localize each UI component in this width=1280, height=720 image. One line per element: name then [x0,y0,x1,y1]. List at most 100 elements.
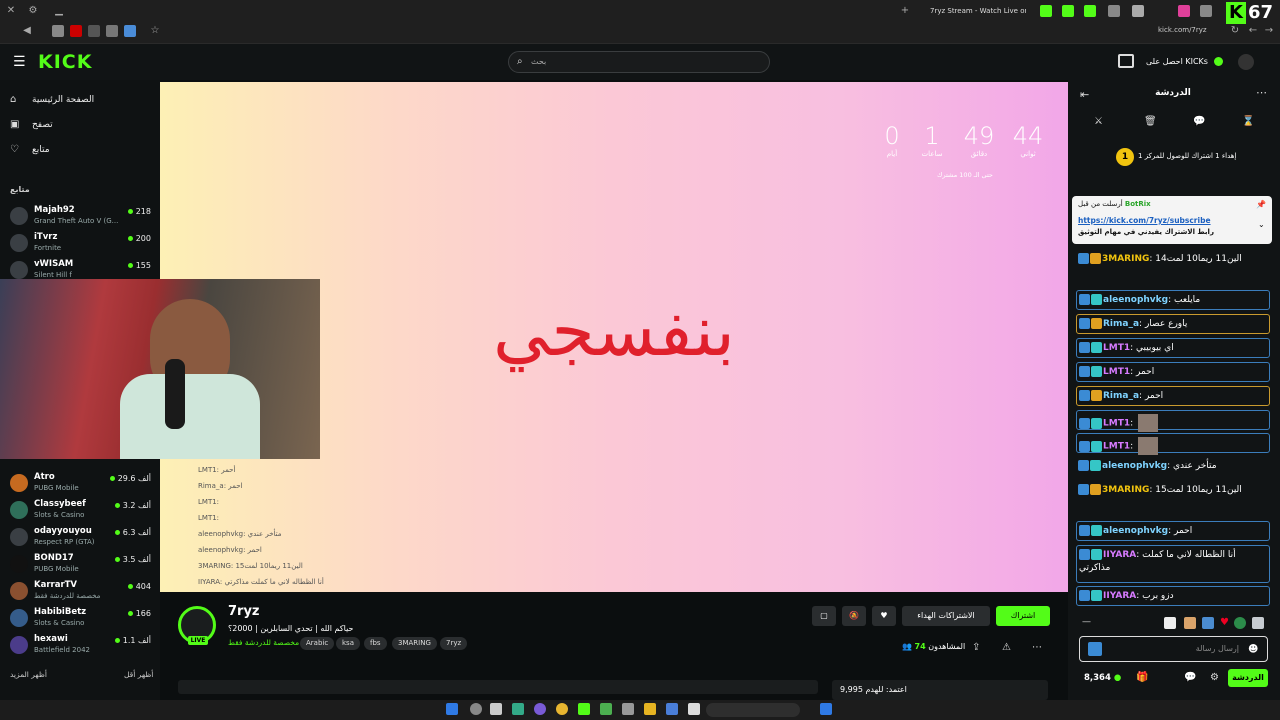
chat-message[interactable]: 3MARING: الين11 ريما10 لمت14 [1076,250,1270,284]
gift-box-icon[interactable] [1118,54,1134,68]
show-more-link[interactable]: أظهر المزيد [10,670,47,679]
clip-icon[interactable]: ▢ [812,606,836,626]
app-icon[interactable] [688,703,700,715]
chat-input[interactable]: إرسال رسالة [1079,636,1268,662]
browser-tab[interactable]: 7ryz Stream - Watch Live on Ki [916,4,1026,18]
sidebar-item-home[interactable]: ⌂ الصفحة الرئيسية [10,92,94,108]
chat-message[interactable]: aleenophvkg: احمر [1076,521,1270,541]
app-icon[interactable] [490,703,502,715]
app-icon[interactable] [470,703,482,715]
tag[interactable]: ksa [336,637,360,650]
app-icon[interactable] [578,703,590,715]
channel-item[interactable]: KarrarTV مخصصة للدردشة فقط 404 [10,578,155,604]
trash-icon[interactable]: 🗑 [1144,116,1157,127]
chat-username[interactable]: aleenophvkg [1103,295,1168,305]
bookmark-icon[interactable] [88,25,100,37]
windows-icon[interactable] [820,703,832,715]
channel-item[interactable]: Atro PUBG Mobile 29.6 ألف [10,470,155,496]
bookmark-icon[interactable] [124,25,136,37]
pinned-link[interactable]: https://kick.com/7ryz/subscribe [1078,216,1211,225]
chat-username[interactable]: 3MARING [1102,254,1149,264]
share-icon[interactable]: ⇪ [972,642,980,653]
chat-message[interactable]: IIYARA: دزو برب [1076,586,1270,606]
new-tab-icon[interactable]: + [898,4,912,18]
show-less-link[interactable]: أظهر أقل [124,670,153,679]
address-bar[interactable]: kick.com/7ryz [1158,26,1218,38]
app-icon[interactable] [512,703,524,715]
back-arrow-icon[interactable]: ← [1246,24,1260,38]
emote-icon[interactable] [1202,617,1214,629]
star-icon[interactable]: ☆ [148,24,162,38]
chat-username[interactable]: LMT1 [1103,367,1130,377]
tab-favicon-icon[interactable] [1200,5,1212,17]
tab-favicon-icon[interactable] [1062,5,1074,17]
chat-bubble-icon[interactable]: 💬 [1184,672,1196,683]
forward-arrow-icon[interactable]: → [1262,24,1276,38]
get-kicks-button[interactable]: احصل على KICKs [1146,54,1226,70]
tab-favicon-icon[interactable] [1178,5,1190,17]
notification-bell-icon[interactable]: 🔕 [842,606,866,626]
report-icon[interactable]: ⚠ [1002,642,1011,653]
chat-message[interactable]: IIYARA: أنا الظطاله لاني ما كملت مذاكرتي [1076,545,1270,583]
stream-category[interactable]: مخصصة للدردشة فقط [228,638,299,647]
channel-item[interactable]: hexawi Battlefield 2042 1.1 ألف [10,632,155,658]
close-window-icon[interactable]: ✕ [4,4,18,18]
chat-menu-icon[interactable]: ⋯ [1256,86,1267,99]
bookmark-icon[interactable] [106,25,118,37]
tab-favicon-icon[interactable] [1040,5,1052,17]
emoji-icon[interactable]: ☻ [1248,644,1258,655]
emote-icon[interactable] [1184,617,1196,629]
chat-username[interactable]: Rima_a [1103,319,1139,329]
sidebar-item-browse[interactable]: ▣ تصفح [10,117,53,133]
folder-icon[interactable] [644,703,656,715]
bookmark-icon[interactable] [70,25,82,37]
more-options-icon[interactable]: ⋯ [1032,642,1042,653]
search-input[interactable]: ⌕ بحث [508,51,770,73]
heart-emote-icon[interactable]: ♥ [1220,617,1229,628]
channel-item[interactable]: HabibiBetz Slots & Casino 166 [10,605,155,631]
tab-favicon-icon[interactable] [1108,5,1120,17]
chevron-down-icon[interactable]: ⌄ [1258,220,1265,229]
chat-message[interactable]: LMT1: احمر [1076,362,1270,382]
chat-message[interactable]: aleenophvkg: متأخر عندي [1076,457,1270,477]
channel-item[interactable]: Classybeef Slots & Casino 3.2 ألف [10,497,155,523]
tab-favicon-icon[interactable] [1132,5,1144,17]
user-avatar[interactable] [1238,54,1254,70]
tag[interactable]: fbs [364,637,387,650]
collapse-chat-icon[interactable]: ⇤ [1080,88,1089,101]
back-icon[interactable]: ◀ [20,24,34,38]
chat-message[interactable]: aleenophvkg: مايلعب [1076,290,1270,310]
emote-icon[interactable] [1252,617,1264,629]
chat-username[interactable]: LMT1 [1103,343,1130,353]
chat-username[interactable]: LMT1 [1103,442,1130,452]
hourglass-icon[interactable]: ⌛ [1242,116,1254,127]
chat-username[interactable]: aleenophvkg [1102,461,1167,471]
chat-message[interactable]: LMT1: [1076,433,1270,455]
app-icon[interactable] [666,703,678,715]
app-icon[interactable] [622,703,634,715]
chat-username[interactable]: 3MARING [1102,485,1149,495]
tag[interactable]: 3MARING [392,637,437,650]
emote-icon[interactable] [1164,617,1176,629]
refresh-icon[interactable]: ↻ [1228,24,1242,38]
chat-message[interactable]: Rima_a: احمر [1076,386,1270,406]
tab-favicon-icon[interactable] [1084,5,1096,17]
streamer-name[interactable]: 7ryz [228,604,260,619]
chat-username[interactable]: LMT1 [1103,419,1130,429]
minimize-icon[interactable]: ▁ [52,4,66,18]
channel-item[interactable]: odayyouyou Respect RP (GTA) 6.3 ألف [10,524,155,550]
chrome-icon[interactable] [556,703,568,715]
channel-item[interactable]: Majah92 Grand Theft Auto V (G... 218 [10,203,155,229]
sidebar-item-following[interactable]: ♡ متابع [10,142,50,158]
chat-username[interactable]: IIYARA [1103,550,1136,560]
gift-icon[interactable]: 🎁 [1136,672,1148,683]
follow-heart-button[interactable]: ♥ [872,606,896,626]
settings-icon[interactable]: ⚙ [26,4,40,18]
kick-logo[interactable]: KICK [38,51,92,73]
subscribe-button[interactable]: اشتراك [996,606,1050,626]
chat-username[interactable]: Rima_a [1103,391,1139,401]
gift-subs-button[interactable]: الاشتراكات الهداء [902,606,990,626]
chat-username[interactable]: IIYARA [1103,591,1136,601]
chat-bubble-icon[interactable]: 💬 [1193,116,1205,127]
kicks-points[interactable]: 8,364 ● [1084,673,1121,683]
